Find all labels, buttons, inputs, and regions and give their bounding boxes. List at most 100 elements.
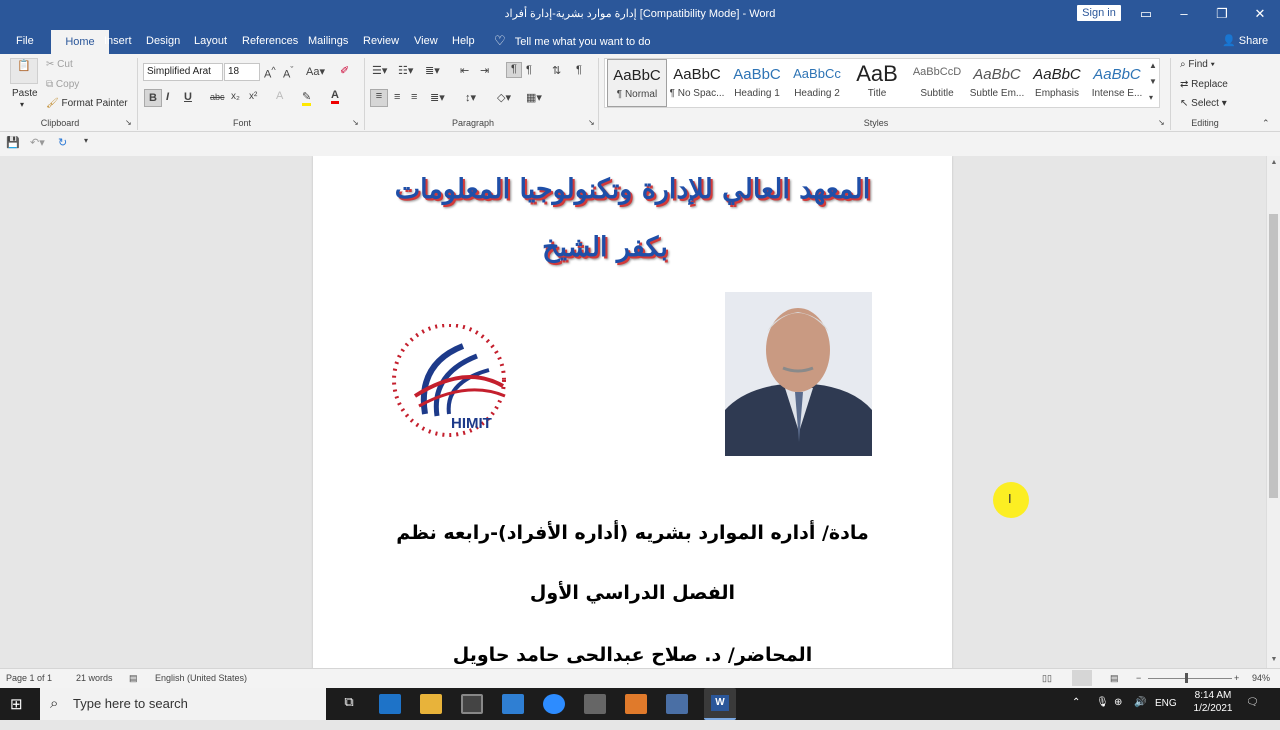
tab-layout[interactable]: Layout: [188, 28, 233, 54]
paste-dropdown-icon[interactable]: ▾: [20, 100, 24, 109]
format-painter-button[interactable]: 🖌 Format Painter: [46, 98, 128, 109]
cut-button[interactable]: ✂ Cut: [46, 59, 73, 70]
sign-in-button[interactable]: Sign in: [1077, 5, 1121, 21]
borders-icon[interactable]: ▦▾: [526, 91, 542, 104]
style-normal[interactable]: AaBbC ¶ Normal: [607, 59, 667, 107]
select-button[interactable]: ↖ Select ▾: [1180, 98, 1227, 109]
word-taskbar-icon[interactable]: W: [704, 688, 736, 720]
tray-chevron-icon[interactable]: ⌃: [1072, 697, 1080, 729]
tab-help[interactable]: Help: [446, 28, 481, 54]
notifications-icon[interactable]: 🗨: [1246, 697, 1259, 729]
numbering-icon[interactable]: ☷▾: [398, 64, 413, 77]
show-marks-icon[interactable]: ¶: [576, 64, 582, 76]
sort-icon[interactable]: ⇅: [552, 64, 561, 77]
task-view-icon[interactable]: ⧉: [338, 694, 360, 714]
style-subtle-emphasis[interactable]: AaBbC Subtle Em...: [967, 59, 1027, 107]
decrease-indent-icon[interactable]: ⇤: [460, 64, 469, 77]
zoom-out-button[interactable]: −: [1136, 673, 1141, 683]
save-icon[interactable]: 💾: [6, 136, 20, 149]
ltr-direction-icon[interactable]: ¶: [526, 64, 532, 76]
store-icon[interactable]: [461, 694, 483, 714]
shading-icon[interactable]: ◇▾: [497, 91, 511, 104]
grow-font-icon[interactable]: A^: [264, 65, 276, 81]
justify-icon[interactable]: ≣▾: [430, 91, 445, 104]
taskbar-search-box[interactable]: ⌕ Type here to search: [40, 688, 326, 720]
paste-button[interactable]: Paste: [12, 88, 38, 99]
network-icon[interactable]: ⊕: [1114, 697, 1122, 729]
highlight-icon[interactable]: ✎: [302, 90, 312, 106]
collapse-ribbon-icon[interactable]: ⌃: [1262, 118, 1270, 129]
style-no-spacing[interactable]: AaBbC ¶ No Spac...: [667, 59, 727, 107]
font-color-icon[interactable]: A: [331, 89, 339, 104]
bullets-icon[interactable]: ☰▾: [372, 64, 387, 77]
page-count[interactable]: Page 1 of 1: [6, 673, 52, 683]
tab-file[interactable]: File: [10, 28, 40, 54]
style-emphasis[interactable]: AaBbC Emphasis: [1027, 59, 1087, 107]
microphone-icon[interactable]: 🎙: [1096, 697, 1109, 729]
zoom-app-icon[interactable]: [543, 694, 565, 714]
tab-design[interactable]: Design: [140, 28, 186, 54]
gallery-down-icon[interactable]: ▼: [1149, 77, 1157, 86]
align-center-icon[interactable]: ≡: [394, 91, 400, 103]
paste-icon[interactable]: 📋: [10, 58, 38, 84]
tab-references[interactable]: References: [236, 28, 304, 54]
tab-view[interactable]: View: [408, 28, 444, 54]
clock[interactable]: 8:14 AM 1/2/2021: [1188, 690, 1238, 722]
customize-qat-icon[interactable]: ▾: [84, 136, 88, 145]
gallery-up-icon[interactable]: ▲: [1149, 61, 1157, 70]
style-intense-emphasis[interactable]: AaBbC Intense E...: [1087, 59, 1147, 107]
scroll-thumb[interactable]: [1269, 214, 1278, 498]
word-count[interactable]: 21 words: [76, 673, 113, 683]
strikethrough-button[interactable]: abc: [210, 92, 225, 102]
align-right-icon[interactable]: ≡: [411, 91, 417, 103]
paragraph-launcher-icon[interactable]: ↘: [588, 118, 595, 127]
mail-icon[interactable]: [502, 694, 524, 714]
styles-launcher-icon[interactable]: ↘: [1158, 118, 1165, 127]
style-heading-1[interactable]: AaBbC Heading 1: [727, 59, 787, 107]
clipboard-launcher-icon[interactable]: ↘: [125, 118, 132, 127]
tab-review[interactable]: Review: [357, 28, 405, 54]
gallery-more-icon[interactable]: ▾: [1149, 93, 1153, 102]
copy-button[interactable]: ⧉ Copy: [46, 79, 79, 90]
file-explorer-icon[interactable]: [420, 694, 442, 714]
language-indicator[interactable]: ENG: [1155, 698, 1177, 730]
underline-button[interactable]: U: [184, 91, 192, 103]
undo-icon[interactable]: ↶▾: [30, 136, 45, 149]
scroll-up-icon[interactable]: ▲: [1267, 159, 1280, 166]
restore-button[interactable]: ❐: [1204, 0, 1240, 28]
text-effects-icon[interactable]: A: [276, 90, 283, 102]
style-title[interactable]: AaB Title: [847, 59, 907, 107]
document-page[interactable]: المعهد العالي للإدارة وتكنولوجيا المعلوم…: [313, 156, 952, 668]
style-subtitle[interactable]: AaBbCcD Subtitle: [907, 59, 967, 107]
tab-mailings[interactable]: Mailings: [302, 28, 354, 54]
minimize-button[interactable]: –: [1166, 0, 1202, 28]
increase-indent-icon[interactable]: ⇥: [480, 64, 489, 77]
bold-button[interactable]: B: [144, 89, 162, 107]
vertical-scrollbar[interactable]: ▲ ▼: [1266, 156, 1280, 668]
windows-start-icon[interactable]: ⊞: [10, 695, 23, 713]
edge-icon[interactable]: [379, 694, 401, 714]
read-mode-icon[interactable]: ▯▯: [1042, 673, 1052, 684]
style-heading-2[interactable]: AaBbCc Heading 2: [787, 59, 847, 107]
replace-button[interactable]: ⇄ Replace: [1180, 79, 1228, 90]
find-button[interactable]: ⌕ Find ▾: [1180, 59, 1215, 70]
subscript-button[interactable]: x₂: [231, 91, 240, 102]
zoom-level[interactable]: 94%: [1252, 673, 1270, 683]
italic-button[interactable]: I: [166, 91, 169, 103]
line-spacing-icon[interactable]: ↕▾: [465, 91, 476, 104]
scroll-down-icon[interactable]: ▼: [1267, 656, 1280, 663]
camtasia-icon[interactable]: [625, 694, 647, 714]
zoom-in-button[interactable]: +: [1234, 673, 1239, 683]
tell-me-search[interactable]: ♡ Tell me what you want to do: [494, 28, 650, 54]
zoom-slider[interactable]: [1148, 678, 1232, 679]
web-layout-icon[interactable]: ▤: [1110, 673, 1119, 684]
multilevel-list-icon[interactable]: ≣▾: [425, 64, 440, 77]
document-area[interactable]: المعهد العالي للإدارة وتكنولوجيا المعلوم…: [0, 156, 1266, 668]
recorder-icon[interactable]: [666, 694, 688, 714]
clear-formatting-icon[interactable]: ✐: [340, 64, 349, 77]
font-size-combo[interactable]: 18: [224, 63, 260, 81]
print-layout-icon[interactable]: [1072, 670, 1092, 686]
volume-icon[interactable]: 🔊: [1134, 697, 1146, 729]
tab-insert[interactable]: Insert: [98, 28, 138, 54]
superscript-button[interactable]: x²: [249, 91, 257, 102]
